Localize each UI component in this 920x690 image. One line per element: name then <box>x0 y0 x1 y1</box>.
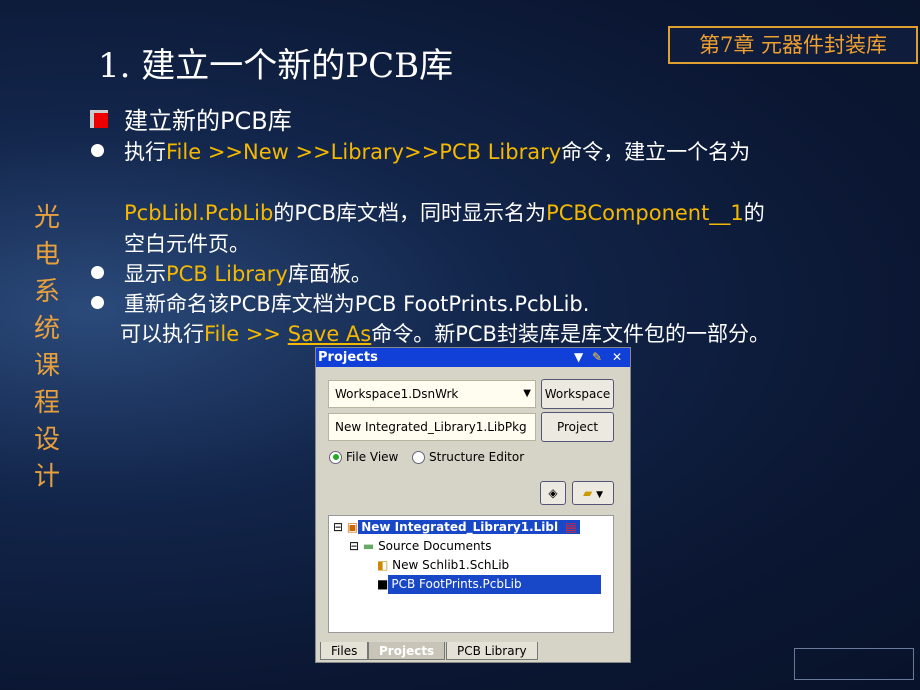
side-char: 电 <box>33 240 60 270</box>
radio-label: Structure Editor <box>429 450 525 464</box>
chapter-label: 第7章 元器件封装库 <box>668 26 918 64</box>
bullet-icon <box>91 266 104 279</box>
panel-title: Projects <box>318 350 378 365</box>
radio-checked-icon <box>329 450 342 464</box>
open-folder-button[interactable]: ▰ ▼ <box>572 481 614 505</box>
folder-icon: ▰ <box>583 486 593 500</box>
bullet-1: 执行File >>New >>Library>>PCB Library命令，建立… <box>124 136 750 166</box>
panel-name: PCB Library <box>166 262 288 286</box>
side-char: 统 <box>33 314 60 344</box>
workspace-select[interactable]: Workspace1.DsnWrk ▼ <box>328 380 536 408</box>
radio-file-view[interactable]: File View <box>329 450 398 464</box>
item-label: PCB FootPrints.PcbLib <box>388 575 602 594</box>
library-icon: ◈ <box>548 486 558 500</box>
item-label: New Schlib1.SchLib <box>392 558 510 572</box>
tab-files[interactable]: Files <box>320 642 369 660</box>
side-char: 系 <box>33 277 60 307</box>
side-char: 课 <box>33 351 60 381</box>
collapse-icon[interactable]: ⊟ <box>333 520 343 534</box>
bullet-icon <box>91 144 104 157</box>
text: 命令，建立一个名为 <box>561 140 751 164</box>
component-name: PCBComponent__1 <box>546 201 744 225</box>
side-char: 光 <box>33 203 60 233</box>
side-title: 光 电 系 统 课 程 设 计 <box>32 200 62 496</box>
collapse-icon[interactable]: ⊟ <box>349 539 359 553</box>
projects-panel: Projects ▼ ✎ ✕ Workspace1.DsnWrk ▼ Worksp… <box>315 347 631 663</box>
bullet-3: 重新命名该PCB库文档为PCB FootPrints.PcbLib. <box>124 292 590 316</box>
command-text: File >>New >>Library>>PCB Library <box>166 140 562 164</box>
document-icon: ▤ <box>561 520 581 534</box>
text: 的PCB库文档，同时显示名为 <box>273 201 547 225</box>
decorative-box <box>794 648 914 680</box>
text: 显示 <box>124 262 166 286</box>
side-char: 计 <box>33 462 60 492</box>
folder-icon: ▬ <box>362 539 375 553</box>
text: 库面板。 <box>287 262 372 286</box>
filename: PcbLibl.PcbLib <box>124 201 274 225</box>
text: 可以执行 <box>120 322 204 346</box>
bullet-1-line-2: PcbLibl.PcbLib的PCB库文档，同时显示名为PCBComponent… <box>124 197 765 227</box>
tab-projects[interactable]: Projects <box>368 642 446 660</box>
tree-item[interactable]: ◧ New Schlib1.SchLib <box>377 556 509 575</box>
radio-unchecked-icon <box>412 450 425 464</box>
text: 的 <box>743 201 765 225</box>
heading: 建立新的PCB库 <box>124 107 292 135</box>
folder-label: Source Documents <box>378 539 492 553</box>
panel-header: Projects ▼ ✎ ✕ <box>316 348 630 367</box>
radio-label: File View <box>346 450 399 464</box>
radio-structure-editor[interactable]: Structure Editor <box>412 450 524 464</box>
compile-button[interactable]: ◈ <box>540 481 566 505</box>
side-char: 设 <box>33 425 60 455</box>
project-button[interactable]: Project <box>541 412 614 442</box>
bullet-3-line-2: 可以执行File >> Save As命令。新PCB封装库是库文件包的一部分。 <box>120 318 770 348</box>
slide-title: 1. 建立一个新的PCB库 <box>98 46 454 86</box>
pcblib-icon: ■ <box>377 577 389 591</box>
project-field[interactable]: New Integrated_Library1.LibPkg <box>328 413 536 441</box>
schlib-icon: ◧ <box>377 558 389 572</box>
workspace-value: Workspace1.DsnWrk <box>335 387 459 401</box>
command-text: File >> <box>204 322 288 346</box>
tree-item-selected[interactable]: ■ PCB FootPrints.PcbLib <box>377 575 609 594</box>
project-tree: ⊟ ▣ New Integrated_Library1.Libl ▤ ⊟ ▬ Sou… <box>328 515 614 633</box>
tree-root[interactable]: ⊟ ▣ New Integrated_Library1.Libl ▤ <box>333 518 613 537</box>
close-icon[interactable]: ✕ <box>612 348 622 367</box>
bullet-icon <box>91 296 104 309</box>
tree-root-label: New Integrated_Library1.Libl <box>358 520 562 534</box>
side-char: 程 <box>33 388 60 418</box>
workspace-button[interactable]: Workspace <box>541 379 614 409</box>
dropdown-icon[interactable]: ▼ <box>574 348 583 367</box>
bullet-2: 显示PCB Library库面板。 <box>124 258 372 288</box>
command-text: Save As <box>287 322 372 346</box>
library-package-icon: ▣ <box>346 520 359 534</box>
pin-icon[interactable]: ✎ <box>592 348 602 367</box>
tree-folder[interactable]: ⊟ ▬ Source Documents <box>349 537 492 556</box>
text: 执行 <box>124 140 166 164</box>
text: 命令。新PCB封装库是库文件包的一部分。 <box>371 322 770 346</box>
chevron-down-icon: ▼ <box>596 490 603 500</box>
chevron-down-icon[interactable]: ▼ <box>523 381 531 407</box>
panel-tabs: Files Projects PCB Library <box>316 642 632 662</box>
bullet-1-line-3: 空白元件页。 <box>124 232 250 256</box>
tab-pcb-library[interactable]: PCB Library <box>446 642 538 660</box>
square-bullet-icon <box>90 110 108 128</box>
